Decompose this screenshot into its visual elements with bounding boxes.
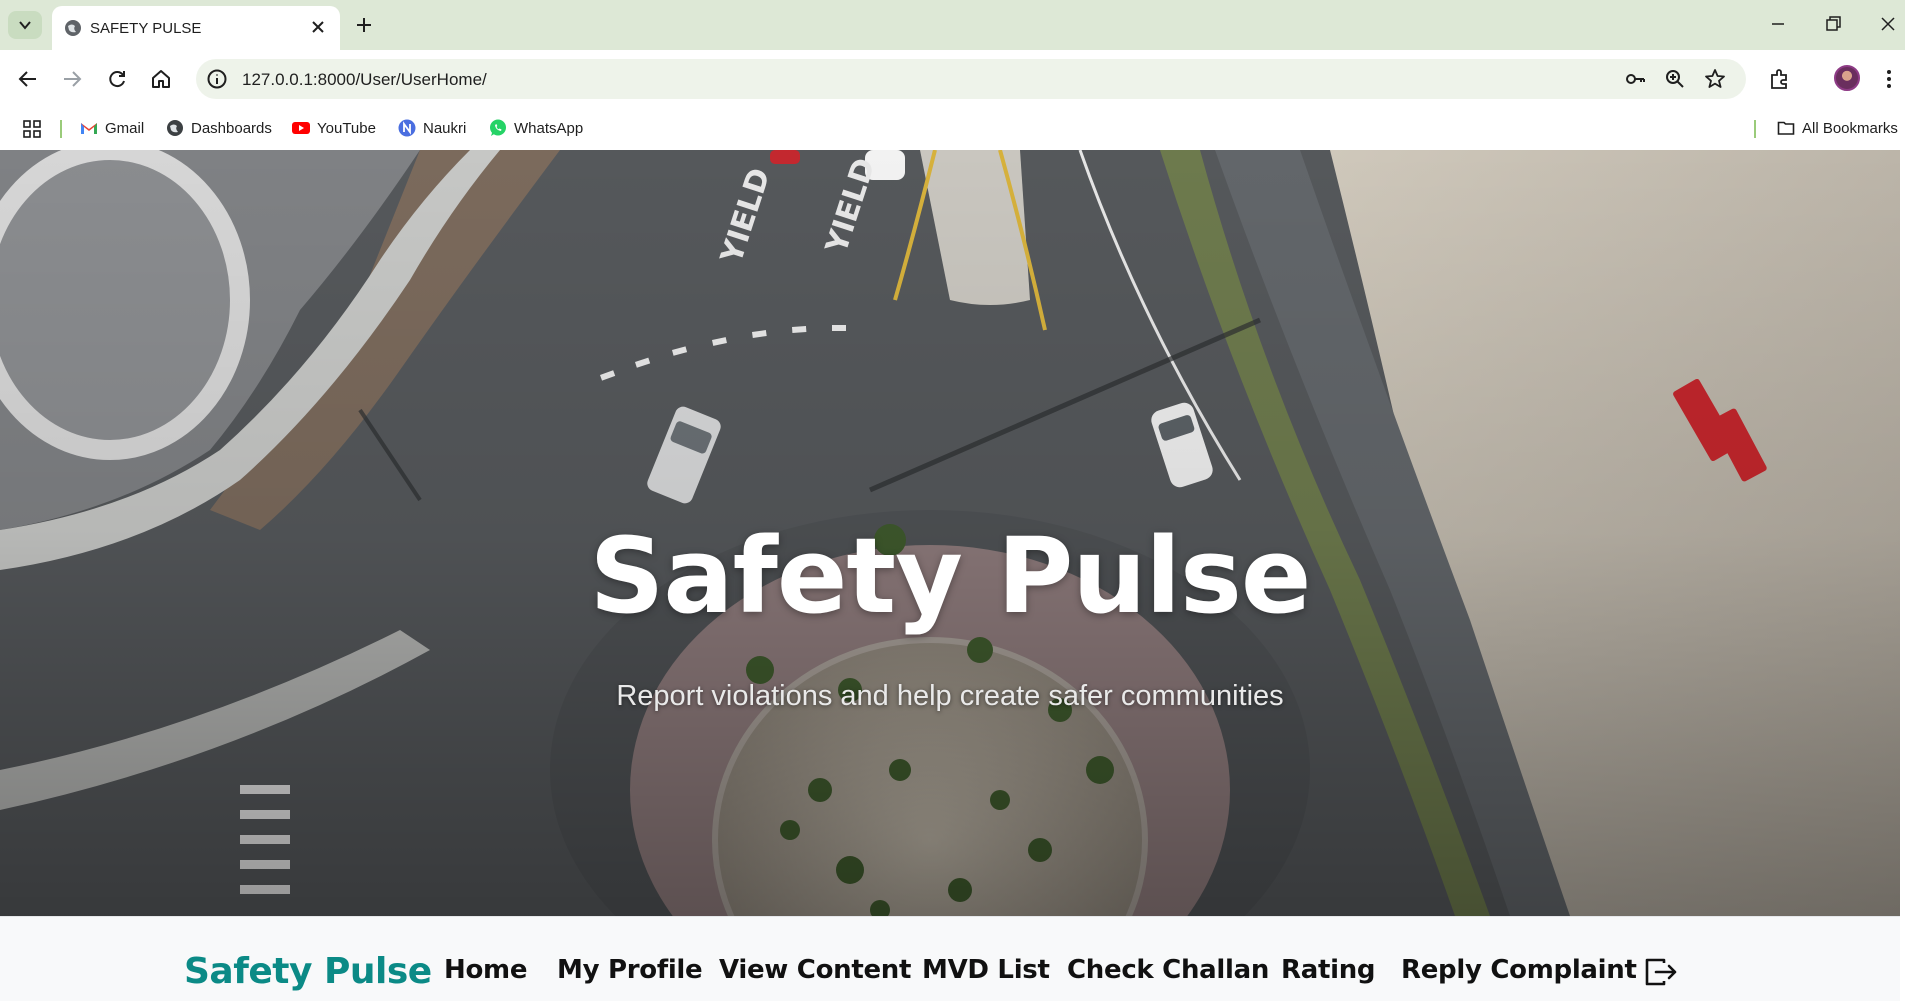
logout-icon[interactable] xyxy=(1644,957,1678,987)
nav-check-challan[interactable]: Check Challan xyxy=(1067,955,1269,985)
brand-logo-text[interactable]: Safety Pulse xyxy=(184,951,432,992)
close-icon[interactable] xyxy=(308,17,328,37)
bookmark-gmail[interactable]: Gmail xyxy=(80,115,144,141)
bookmark-whatsapp[interactable]: WhatsApp xyxy=(489,115,583,141)
hero-subtitle: Report violations and help create safer … xyxy=(616,680,1284,712)
reload-icon xyxy=(109,71,125,88)
bookmark-youtube[interactable]: YouTube xyxy=(292,115,376,141)
nav-mvd-list[interactable]: MVD List xyxy=(922,955,1050,985)
nav-home[interactable]: Home xyxy=(444,955,527,985)
bookmark-label: Dashboards xyxy=(191,119,272,137)
globe-icon xyxy=(65,20,81,36)
bookmark-label: YouTube xyxy=(317,119,376,137)
arrow-left-icon xyxy=(18,71,36,87)
zoom-icon[interactable] xyxy=(1664,68,1686,90)
kebab-menu-icon[interactable] xyxy=(1880,67,1898,91)
arrow-right-icon xyxy=(64,71,82,87)
tab-search-button[interactable] xyxy=(8,11,42,39)
browser-chrome: SAFETY PULSE 127.0.0.1:8000/User/UserHom… xyxy=(0,0,1905,150)
window-close-icon[interactable] xyxy=(1876,12,1900,36)
apps-grid-icon[interactable] xyxy=(22,119,42,139)
home-icon xyxy=(152,70,170,88)
whatsapp-icon xyxy=(490,119,506,136)
youtube-icon xyxy=(292,122,310,134)
browser-toolbar: 127.0.0.1:8000/User/UserHome/ xyxy=(0,50,1905,108)
bookmark-label: Naukri xyxy=(423,119,467,137)
bookmark-dashboards[interactable]: Dashboards xyxy=(166,115,272,141)
nav-my-profile[interactable]: My Profile xyxy=(557,955,703,985)
reload-button[interactable] xyxy=(102,64,132,94)
extensions-icon[interactable] xyxy=(1768,67,1792,91)
hero-title: Safety Pulse xyxy=(589,515,1312,637)
forward-button[interactable] xyxy=(57,64,87,94)
profile-avatar[interactable] xyxy=(1834,65,1860,91)
site-info-icon[interactable] xyxy=(206,68,228,90)
back-button[interactable] xyxy=(13,64,43,94)
all-bookmarks-label: All Bookmarks xyxy=(1802,119,1898,137)
globe-icon xyxy=(167,120,183,136)
bookmarks-bar: Gmail Dashboards YouTube Naukri WhatsApp… xyxy=(0,108,1905,150)
bookmark-label: WhatsApp xyxy=(514,119,584,137)
home-button[interactable] xyxy=(146,64,176,94)
nav-reply-complaint[interactable]: Reply Complaint xyxy=(1401,955,1637,985)
bookmarks-separator xyxy=(60,120,62,138)
address-bar[interactable]: 127.0.0.1:8000/User/UserHome/ xyxy=(196,59,1746,99)
nav-rating[interactable]: Rating xyxy=(1281,955,1376,985)
hero-banner: YIELD YIELD Safety Pulse Report violatio… xyxy=(0,150,1900,916)
all-bookmarks-button[interactable]: All Bookmarks xyxy=(1777,115,1898,141)
tab-strip: SAFETY PULSE xyxy=(0,0,1905,50)
gmail-icon xyxy=(81,123,97,134)
tab-title: SAFETY PULSE xyxy=(90,20,202,37)
tab-active[interactable]: SAFETY PULSE xyxy=(52,6,340,50)
bookmark-naukri[interactable]: Naukri xyxy=(398,115,466,141)
bookmarks-separator xyxy=(1754,120,1756,138)
bookmark-star-icon[interactable] xyxy=(1704,68,1726,90)
bookmark-label: Gmail xyxy=(105,119,145,137)
site-navbar: Safety Pulse Home My Profile View Conten… xyxy=(0,916,1900,1001)
chevron-down-icon xyxy=(19,21,31,30)
folder-icon xyxy=(1777,121,1795,135)
restore-icon[interactable] xyxy=(1821,12,1845,36)
password-key-icon[interactable] xyxy=(1624,68,1646,90)
naukri-icon xyxy=(398,119,416,137)
new-tab-icon[interactable] xyxy=(352,13,376,37)
url-text[interactable]: 127.0.0.1:8000/User/UserHome/ xyxy=(242,70,487,90)
nav-view-content[interactable]: View Content xyxy=(719,955,911,985)
minimize-icon[interactable] xyxy=(1766,12,1790,36)
